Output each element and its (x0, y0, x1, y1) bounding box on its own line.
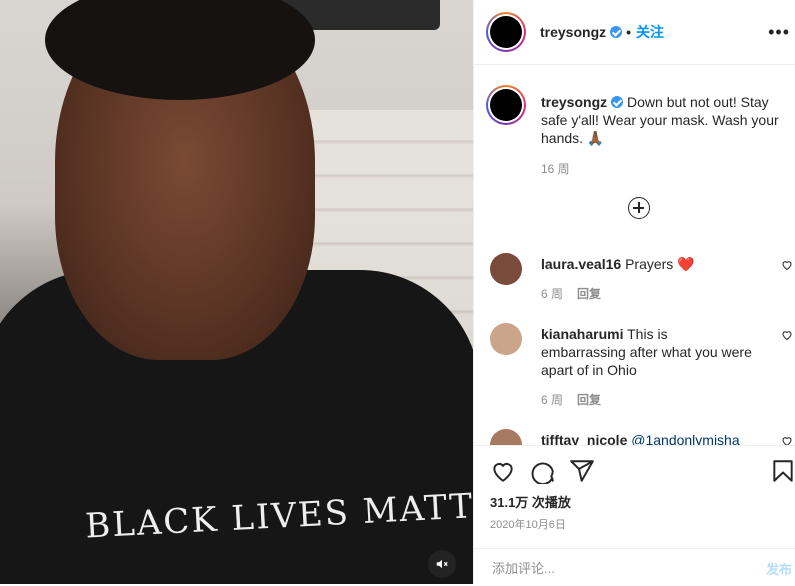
caption-time[interactable]: 16 周 (541, 160, 570, 177)
comment-time[interactable]: 6 周 (541, 287, 563, 301)
comment-username[interactable]: laura.veal16 (541, 256, 621, 272)
comment-text: kianaharumi This is embarrassing after w… (541, 325, 756, 379)
share-icon[interactable] (569, 458, 595, 484)
comment-text: laura.veal16 Prayers ❤️ (541, 255, 756, 273)
comment-username[interactable]: tifftay_nicole (541, 432, 627, 445)
follow-button[interactable]: 关注 (636, 24, 664, 40)
reply-button[interactable]: 回复 (577, 393, 601, 407)
comment-meta: 6 周回复 (541, 391, 615, 409)
comment-text: tifftay_nicole @1andonlymisha (541, 431, 756, 445)
comment-avatar[interactable] (490, 429, 522, 445)
add-comment-bar: 发布 (474, 548, 795, 586)
comment-avatar[interactable] (490, 253, 522, 285)
post-comment-button[interactable]: 发布 (766, 559, 792, 578)
verified-badge-icon (611, 96, 624, 108)
bookmark-icon[interactable] (770, 458, 795, 484)
view-count[interactable]: 31.1万 次播放 (490, 492, 571, 511)
caption-text: treysongz Down but not out! Stay safe y'… (541, 93, 786, 147)
reply-button[interactable]: 回复 (577, 287, 601, 301)
comment-mention[interactable]: @1andonlymisha (631, 432, 739, 445)
comment-icon[interactable] (530, 458, 556, 484)
separator-dot: • (626, 24, 632, 40)
post-media[interactable]: BLACK LIVES MATTER (0, 0, 473, 584)
comment-time[interactable]: 6 周 (541, 393, 563, 407)
post-details-panel: treysongz • 关注 ••• treysongz Down but not … (473, 0, 795, 584)
post-header: treysongz • 关注 ••• (474, 0, 795, 65)
comment-username[interactable]: kianaharumi (541, 326, 623, 342)
comment-avatar[interactable] (490, 323, 522, 355)
heart-icon[interactable] (781, 329, 793, 341)
author-username[interactable]: treysongz (540, 24, 606, 40)
heart-icon[interactable] (490, 458, 516, 484)
heart-icon[interactable] (781, 259, 793, 271)
speaker-muted-icon[interactable] (428, 550, 456, 578)
comments-section[interactable]: treysongz Down but not out! Stay safe y'… (474, 65, 795, 445)
author-line: treysongz • 关注 (540, 22, 664, 42)
post-actions: 31.1万 次播放 2020年10月6日 发布 (474, 445, 795, 585)
verified-badge-icon (610, 26, 623, 38)
heart-icon[interactable] (781, 435, 793, 445)
more-horizontal-icon[interactable]: ••• (768, 22, 790, 43)
comment-input[interactable] (490, 555, 734, 581)
load-more-comments-icon[interactable] (628, 197, 650, 219)
caption-avatar[interactable] (486, 85, 526, 125)
post-date[interactable]: 2020年10月6日 (490, 516, 566, 532)
comment-meta: 6 周回复 (541, 285, 615, 303)
comment-body: Prayers ❤️ (625, 256, 695, 272)
author-avatar[interactable] (486, 12, 526, 52)
caption-username[interactable]: treysongz (541, 94, 607, 110)
